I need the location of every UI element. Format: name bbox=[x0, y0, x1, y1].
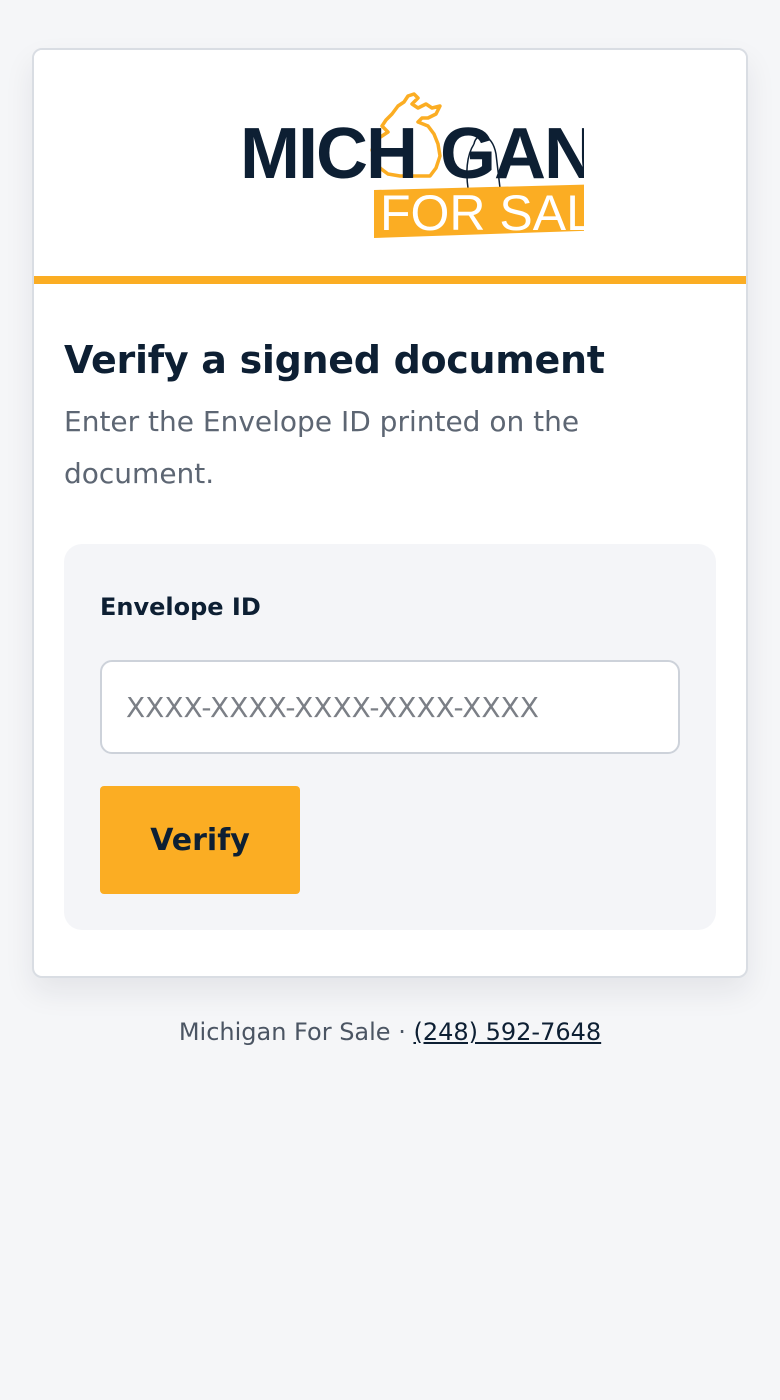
card-body: Verify a signed document Enter the Envel… bbox=[34, 284, 746, 930]
verify-button[interactable]: Verify bbox=[100, 786, 300, 894]
footer: Michigan For Sale · (248) 592-7648 bbox=[0, 1012, 780, 1052]
logo-wordmark-end: GAN bbox=[440, 114, 584, 194]
card-header: MICH GAN FOR SALE bbox=[34, 50, 746, 284]
logo-subtext: FOR SALE bbox=[380, 185, 584, 241]
verify-card: MICH GAN FOR SALE Verify a signed docume… bbox=[32, 48, 748, 978]
envelope-id-label: Envelope ID bbox=[100, 593, 261, 621]
michigan-for-sale-logo: MICH GAN FOR SALE bbox=[240, 92, 584, 241]
footer-separator: · bbox=[390, 1018, 414, 1046]
footer-phone-link[interactable]: (248) 592-7648 bbox=[413, 1018, 601, 1046]
logo-wordmark: MICH bbox=[240, 114, 416, 194]
page-subtitle: Enter the Envelope ID printed on the doc… bbox=[64, 405, 580, 490]
envelope-id-input[interactable] bbox=[100, 660, 680, 754]
verify-form-panel: Envelope ID Verify bbox=[64, 544, 716, 930]
page-title: Verify a signed document bbox=[64, 338, 605, 382]
footer-company: Michigan For Sale bbox=[178, 1018, 391, 1046]
